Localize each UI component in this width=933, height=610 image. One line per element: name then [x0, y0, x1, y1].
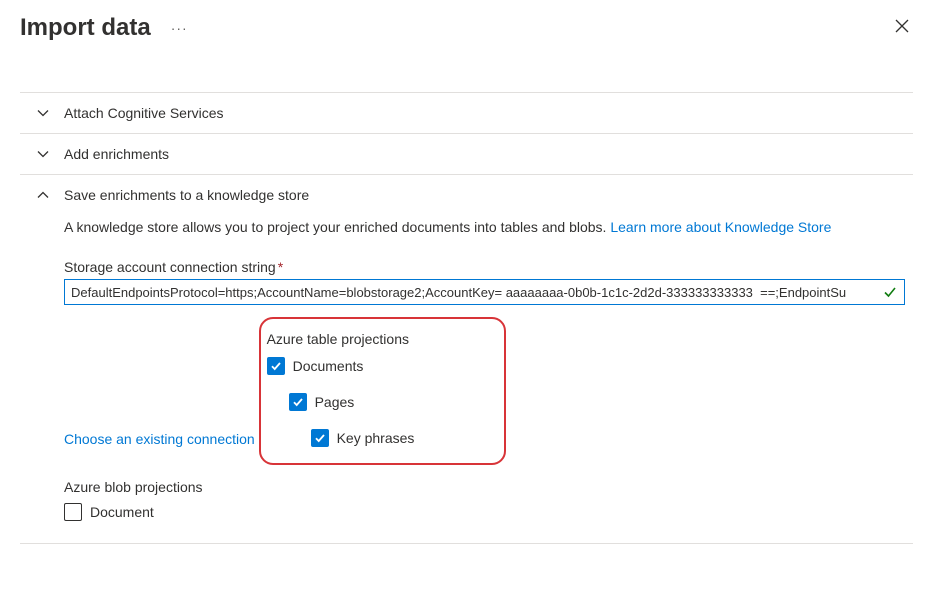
checkbox-row-document: Document [64, 503, 897, 521]
connection-string-input[interactable] [64, 279, 905, 305]
table-projections-highlight: Azure table projections Documents Pages [259, 317, 507, 465]
chevron-down-icon [36, 147, 50, 161]
checkbox-documents[interactable] [267, 357, 285, 375]
accordion-title-enrich: Add enrichments [64, 146, 169, 162]
blob-projections-group: Azure blob projections Document [64, 479, 897, 521]
accordion-title-attach: Attach Cognitive Services [64, 105, 224, 121]
learn-more-link[interactable]: Learn more about Knowledge Store [610, 219, 831, 235]
choose-existing-connection-link[interactable]: Choose an existing connection [64, 431, 255, 447]
accordion-header-attach[interactable]: Attach Cognitive Services [20, 93, 913, 133]
accordion-header-knowledge[interactable]: Save enrichments to a knowledge store [20, 175, 913, 215]
header-row: Import data ··· [20, 14, 913, 42]
checkbox-key-phrases[interactable] [311, 429, 329, 447]
checkbox-label-key-phrases: Key phrases [337, 430, 415, 446]
page-title: Import data [20, 14, 151, 42]
knowledge-store-body: A knowledge store allows you to project … [20, 215, 913, 543]
checkbox-row-pages: Pages [289, 393, 415, 411]
accordion-header-enrich[interactable]: Add enrichments [20, 134, 913, 174]
accordion-knowledge-store: Save enrichments to a knowledge store A … [20, 174, 913, 544]
checkbox-row-documents: Documents [267, 357, 415, 375]
checkbox-label-pages: Pages [315, 394, 355, 410]
table-projections-heading: Azure table projections [267, 331, 415, 347]
blob-projections-heading: Azure blob projections [64, 479, 897, 495]
checkbox-label-document: Document [90, 504, 154, 520]
chevron-up-icon [36, 188, 50, 202]
close-icon[interactable] [891, 15, 913, 42]
checkbox-pages[interactable] [289, 393, 307, 411]
accordion-attach-cognitive-services: Attach Cognitive Services [20, 92, 913, 133]
connection-string-label: Storage account connection string* [64, 259, 897, 275]
checkbox-document[interactable] [64, 503, 82, 521]
accordion-title-knowledge: Save enrichments to a knowledge store [64, 187, 309, 203]
required-indicator: * [278, 259, 283, 275]
checkbox-label-documents: Documents [293, 358, 364, 374]
accordion-add-enrichments: Add enrichments [20, 133, 913, 174]
more-actions-button[interactable]: ··· [171, 20, 188, 36]
checkbox-row-key-phrases: Key phrases [311, 429, 415, 447]
connection-string-label-text: Storage account connection string [64, 259, 276, 275]
knowledge-store-description: A knowledge store allows you to project … [64, 219, 897, 235]
chevron-down-icon [36, 106, 50, 120]
description-text: A knowledge store allows you to project … [64, 219, 610, 235]
